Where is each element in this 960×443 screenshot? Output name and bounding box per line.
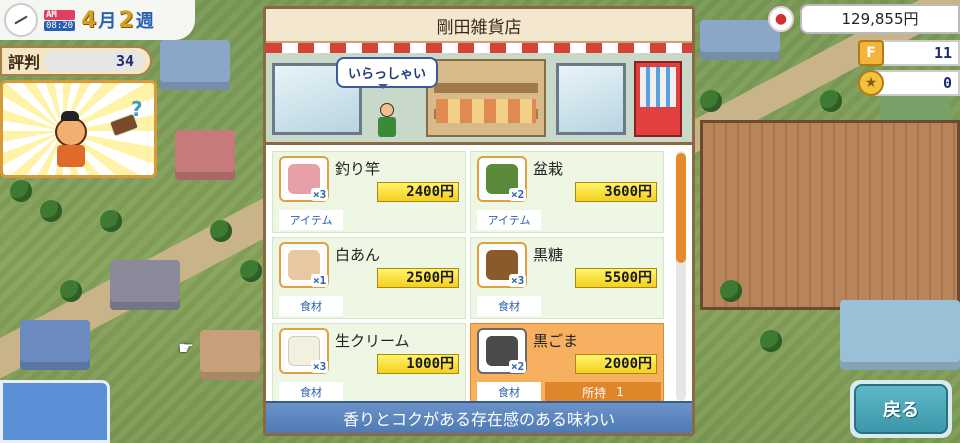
item-quantity: ×1 xyxy=(311,274,329,287)
coin-icon: ★ xyxy=(858,70,884,96)
item-price: 2000円 xyxy=(575,354,657,374)
shop-title: 剛田雑貨店 xyxy=(266,9,692,43)
back-button[interactable]: 戻る xyxy=(850,380,952,438)
month-number: 4 xyxy=(81,8,97,33)
advisor-character-icon xyxy=(51,111,91,167)
item-name: 黒ごま xyxy=(533,332,579,350)
item-quantity: ×2 xyxy=(509,188,527,201)
back-button-label: 戻る xyxy=(854,384,948,434)
item-name: 釣り竿 xyxy=(335,160,381,178)
vending-machine-icon xyxy=(634,61,682,137)
coin-value: 0 xyxy=(942,74,952,92)
item-category: アイテム xyxy=(477,210,541,230)
item-category: 食材 xyxy=(477,296,541,316)
item-price: 5500円 xyxy=(575,268,657,288)
shopkeeper-icon xyxy=(376,103,398,139)
reputation-label: 評判 xyxy=(8,53,41,72)
ampm-label: AM xyxy=(44,9,76,20)
calendar-date: 4 月 2 週 xyxy=(81,7,154,33)
item-name: 盆栽 xyxy=(533,160,564,178)
greeting-bubble: いらっしゃい xyxy=(336,57,439,89)
shop-item-list: ×3 釣り竿 2400円 アイテム ×2 盆栽 3600円 アイテム ×1 白あ… xyxy=(272,151,668,405)
item-quantity: ×3 xyxy=(509,274,527,287)
f-points-display: F 11 xyxy=(858,40,960,66)
advisor-portrait[interactable]: ? xyxy=(0,80,157,178)
item-list-scrollbar[interactable] xyxy=(676,151,686,401)
item-price: 2400円 xyxy=(377,182,459,202)
shop-front-scene: いらっしゃい xyxy=(266,53,692,145)
money-display: 129,855円 xyxy=(800,4,960,34)
shop-item-fishing-rod[interactable]: ×3 釣り竿 2400円 アイテム xyxy=(272,151,466,233)
reputation-value: 34 xyxy=(44,51,144,71)
shop-item-brown-sugar[interactable]: ×3 黒糖 5500円 食材 xyxy=(470,237,664,319)
shop-window: 剛田雑貨店 いらっしゃい ×3 釣り竿 2400円 アイテム ×2 盆栽 360… xyxy=(263,6,695,436)
reputation-panel: 評判 34 xyxy=(0,46,152,76)
goods-shelf xyxy=(426,59,546,137)
item-category: アイテム xyxy=(279,210,343,230)
item-quantity: ×3 xyxy=(311,360,329,373)
item-category: 食材 xyxy=(279,296,343,316)
owned-label: 所持 xyxy=(582,385,607,400)
shop-window-glass-right xyxy=(556,63,626,135)
time-readout: AM 08:20 xyxy=(44,9,76,31)
fruit-money-icon: ● xyxy=(768,6,794,32)
coin-display: ★ 0 xyxy=(858,70,960,96)
goods-display xyxy=(436,99,536,123)
item-quantity: ×3 xyxy=(311,188,329,201)
clock-icon xyxy=(4,3,38,37)
f-badge-icon: F xyxy=(858,40,884,66)
shop-item-black-sesame[interactable]: ×2 黒ごま 2000円 食材 所持 1 xyxy=(470,323,664,405)
item-category: 食材 xyxy=(477,382,541,402)
item-name: 白あん xyxy=(335,246,381,264)
item-category: 食材 xyxy=(279,382,343,402)
owned-value: 1 xyxy=(616,385,624,399)
f-points-value: 11 xyxy=(933,44,952,62)
week-unit: 週 xyxy=(135,11,154,32)
item-description: 香りとコクがある存在感のある味わい xyxy=(266,401,692,433)
shop-item-bonsai[interactable]: ×2 盆栽 3600円 アイテム xyxy=(470,151,664,233)
owned-count: 所持 1 xyxy=(545,382,661,402)
week-number: 2 xyxy=(118,8,134,33)
item-name: 黒糖 xyxy=(533,246,564,264)
shop-awning xyxy=(266,43,692,53)
shop-item-white-bean-paste[interactable]: ×1 白あん 2500円 食材 xyxy=(272,237,466,319)
shop-item-fresh-cream[interactable]: ×3 生クリーム 1000円 食材 xyxy=(272,323,466,405)
question-mark-icon: ? xyxy=(131,97,143,121)
item-price: 2500円 xyxy=(377,268,459,288)
scrollbar-thumb[interactable] xyxy=(676,153,686,263)
clock-time: 08:20 xyxy=(44,20,76,31)
bottom-left-panel[interactable] xyxy=(0,380,110,443)
month-unit: 月 xyxy=(98,11,117,32)
item-quantity: ×2 xyxy=(509,360,527,373)
item-name: 生クリーム xyxy=(335,332,410,350)
pointer-hand-icon: ☛ xyxy=(178,338,195,359)
time-panel: AM 08:20 4 月 2 週 xyxy=(0,0,195,40)
item-price: 3600円 xyxy=(575,182,657,202)
item-price: 1000円 xyxy=(377,354,459,374)
